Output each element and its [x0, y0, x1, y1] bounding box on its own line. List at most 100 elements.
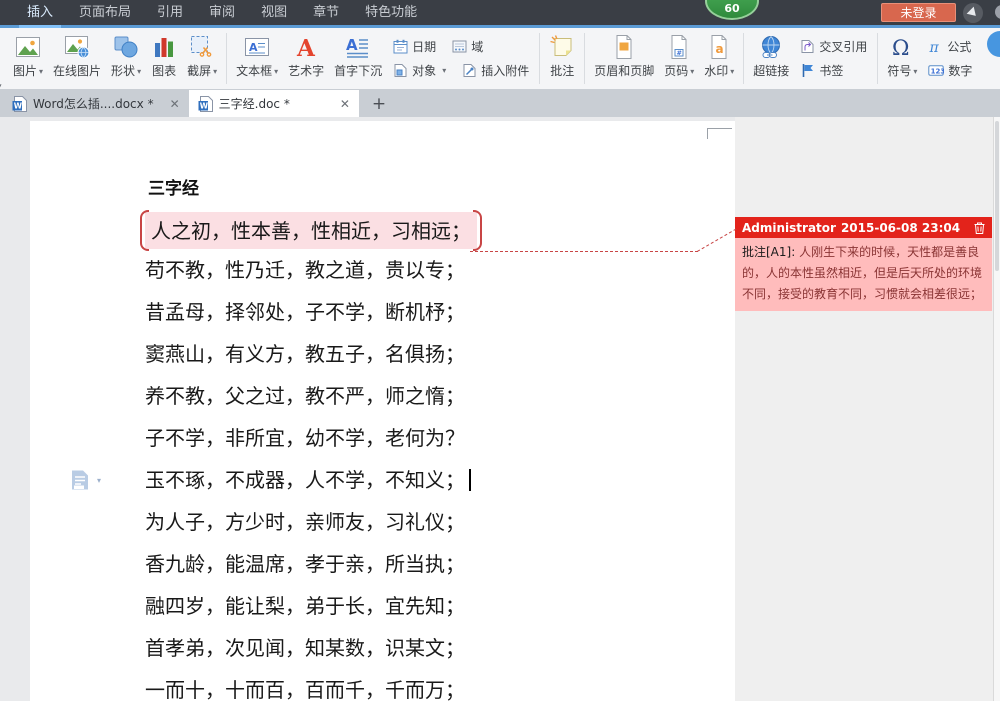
ribbon-separator	[226, 33, 227, 84]
paste-options-icon	[70, 469, 90, 491]
symbol-icon: Ω	[889, 32, 915, 62]
vertical-scrollbar[interactable]	[993, 117, 1000, 701]
dropdown-arrow: ▾	[730, 67, 734, 76]
doc-tab-word-howto[interactable]: W Word怎么插....docx * ✕	[3, 90, 189, 117]
ribbon-button-picture[interactable]: 图片▾	[8, 28, 48, 89]
object-label: 对象	[412, 62, 436, 79]
dropcap-label: 首字下沉	[334, 63, 382, 79]
doc-line: 首孝弟，次见闻，知某数，识某文；	[145, 627, 477, 669]
field-label: 域	[471, 38, 483, 55]
ribbon-button-date[interactable]: 日期	[393, 38, 436, 55]
menu-tab[interactable]: 引用	[144, 0, 196, 25]
text-boundary-corner-mark	[707, 128, 732, 139]
doc-tab-sanzijing[interactable]: W 三字经.doc * ✕	[189, 90, 359, 117]
menu-tab[interactable]: 插入	[14, 0, 66, 25]
document-title: 三字经	[145, 171, 477, 207]
close-tab-icon[interactable]: ✕	[170, 97, 180, 111]
attachment-label: 插入附件	[481, 62, 529, 79]
ribbon-button-chart[interactable]: 图表	[146, 28, 182, 89]
dropdown-arrow: ▾	[442, 66, 446, 75]
chart-icon	[151, 32, 177, 62]
bookmark-icon	[800, 63, 815, 78]
ribbon-button-hyperlink[interactable]: 超链接	[748, 28, 794, 89]
trash-icon	[974, 222, 985, 234]
ribbon-button-screenshot[interactable]: 截屏▾	[182, 28, 222, 89]
cross-reference-icon	[800, 39, 815, 54]
ribbon-button-page-number[interactable]: # 页码▾	[659, 28, 699, 89]
menu-tab[interactable]: 审阅	[196, 0, 248, 25]
page-number-icon: #	[666, 32, 692, 62]
paste-options-button[interactable]: ▾	[70, 469, 101, 491]
ribbon-button-bookmark[interactable]: 书签	[800, 62, 843, 79]
delete-comment-button[interactable]	[974, 222, 985, 234]
comment-box[interactable]: Administrator 2015-06-08 23:04 批注[A1]: 人…	[735, 217, 992, 311]
screenshot-icon	[189, 32, 215, 62]
dropdown-arrow: ▾	[913, 67, 917, 76]
comment-icon	[549, 32, 575, 62]
ribbon-button-shapes[interactable]: 形状▾	[106, 28, 146, 89]
ribbon-button-formula[interactable]: π 公式	[928, 38, 971, 55]
scrollbar-thumb[interactable]	[995, 121, 999, 271]
hyperlink-icon	[758, 32, 784, 62]
ribbon-group-references: 交叉引用 书签	[794, 28, 873, 89]
text-cursor	[469, 469, 471, 491]
online-picture-label: 在线图片	[53, 63, 101, 79]
doc-line: 为人子，方少时，亲师友，习礼仪；	[145, 501, 477, 543]
word-doc-icon: W	[12, 96, 27, 112]
ribbon-button-textbox[interactable]: A 文本框▾	[231, 28, 283, 89]
field-icon	[452, 39, 467, 54]
dropdown-arrow: ▾	[39, 67, 43, 76]
ribbon-separator	[743, 33, 744, 84]
dropdown-arrow: ▾	[274, 67, 278, 76]
bookmark-label: 书签	[819, 62, 843, 79]
document-page[interactable]: 三字经 人之初，性本善，性相近，习相远； 苟不教，性乃迁，教之道，贵以专；昔孟母…	[30, 121, 735, 701]
textbox-label: 文本框	[236, 63, 272, 79]
skin-icon	[967, 7, 980, 20]
svg-text:W: W	[199, 101, 208, 110]
svg-text:W: W	[14, 101, 23, 110]
comment-author: Administrator	[742, 221, 836, 235]
login-button[interactable]: 未登录	[881, 3, 956, 22]
ribbon-button-symbol[interactable]: Ω 符号▾	[882, 28, 922, 89]
symbol-label: 符号	[887, 63, 911, 79]
dropdown-arrow: ▾	[97, 476, 101, 485]
page-number-label: 页码	[664, 63, 688, 79]
ribbon-button-attachment[interactable]: 插入附件	[462, 62, 529, 79]
commented-text-highlight[interactable]: 人之初，性本善，性相近，习相远；	[145, 212, 477, 249]
doc-tab-label: 三字经.doc *	[219, 95, 290, 112]
picture-icon	[15, 32, 41, 62]
doc-lines: 苟不教，性乃迁，教之道，贵以专；昔孟母，择邻处，子不学，断机杼；窦燕山，有义方，…	[145, 249, 477, 701]
ribbon-button-watermark[interactable]: a 水印▾	[699, 28, 739, 89]
doc-line: 玉不琢，不成器，人不学，不知义；	[145, 459, 477, 501]
date-label: 日期	[412, 38, 436, 55]
ribbon-button-online-picture[interactable]: 在线图片	[48, 28, 106, 89]
watermark-label: 水印	[704, 63, 728, 79]
ribbon-button-wordart[interactable]: A 艺术字	[283, 28, 329, 89]
ribbon-button-header-footer[interactable]: 页眉和页脚	[589, 28, 659, 89]
svg-text:Ω: Ω	[892, 36, 909, 60]
ribbon-button-cross-reference[interactable]: 交叉引用	[800, 38, 867, 55]
close-tab-icon[interactable]: ✕	[340, 97, 350, 111]
doc-line: 养不教，父之过，教不严，师之惰；	[145, 375, 477, 417]
ribbon-button-dropcap[interactable]: A 首字下沉	[329, 28, 387, 89]
dropdown-arrow: ▾	[213, 67, 217, 76]
hyperlink-label: 超链接	[753, 63, 789, 79]
menu-tab[interactable]: 视图	[248, 0, 300, 25]
comment-leader-line	[470, 251, 698, 252]
menu-tab[interactable]: 特色功能	[352, 0, 430, 25]
dropdown-arrow: ▾	[690, 67, 694, 76]
menu-tab[interactable]: 页面布局	[66, 0, 144, 25]
ribbon-button-comment[interactable]: 批注	[544, 28, 580, 89]
shapes-icon	[113, 32, 139, 62]
skin-button[interactable]	[963, 3, 983, 23]
doc-line: 香九龄，能温席，孝于亲，所当执；	[145, 543, 477, 585]
new-tab-button[interactable]: +	[359, 90, 399, 117]
ribbon-button-object[interactable]: 对象 ▾	[393, 62, 446, 79]
ribbon-button-number[interactable]: 123 数字	[928, 62, 972, 79]
ribbon: ▾ 图片▾ 在线图片 形状▾ 图表 截屏▾ A 文本框▾ A 艺术字 A 首字下…	[0, 28, 1000, 90]
document-tab-bar: W Word怎么插....docx * ✕ W 三字经.doc * ✕ +	[0, 90, 1000, 117]
menu-tab[interactable]: 章节	[300, 0, 352, 25]
ribbon-button-field[interactable]: 域	[452, 38, 483, 55]
comment-body: 批注[A1]: 人刚生下来的时候，天性都是善良的，人的本性虽然相近，但是后天所处…	[735, 238, 992, 311]
object-icon	[393, 63, 408, 78]
